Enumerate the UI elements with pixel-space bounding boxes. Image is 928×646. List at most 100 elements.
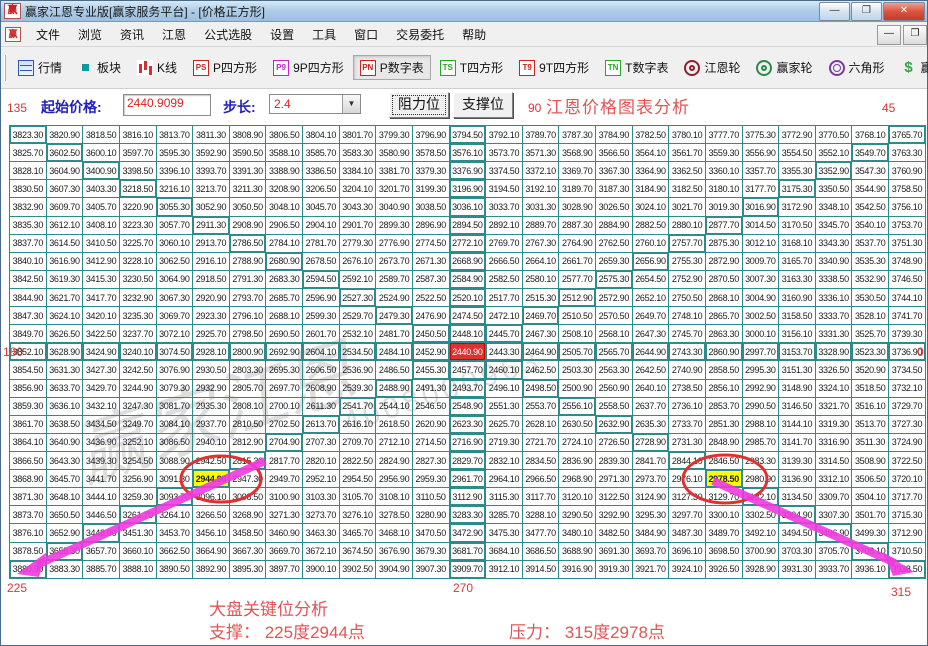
gann-cell: 3633.70 <box>46 379 83 397</box>
gann-cell: 2877.70 <box>705 216 742 234</box>
gann-cell: 3835.30 <box>10 216 47 234</box>
gann-cell: 3444.10 <box>83 488 120 506</box>
gann-cell: 3292.90 <box>596 506 633 524</box>
toolbar-button-label: 行情 <box>38 59 62 76</box>
gann-cell: 3816.10 <box>119 126 156 144</box>
gann-cell: 3283.30 <box>449 506 486 524</box>
menu-item-设置[interactable]: 设置 <box>261 23 303 46</box>
gann-cell: 3592.90 <box>193 144 230 162</box>
toolbar-button-9P四方形[interactable]: P99P四方形 <box>266 55 351 80</box>
menu-bar: 赢 文件浏览资讯江恩公式选股设置工具窗口交易委托帮助 — ❐ <box>1 22 927 47</box>
gann-cell: 2596.90 <box>303 288 340 306</box>
degree-label-45: 45 <box>882 101 895 115</box>
gann-cell: 3624.10 <box>46 307 83 325</box>
menu-item-帮助[interactable]: 帮助 <box>453 23 495 46</box>
gann-cell: 3122.50 <box>596 488 633 506</box>
gann-cell: 2716.90 <box>449 433 486 451</box>
gann-cell: 3844.90 <box>10 288 47 306</box>
resistance-button[interactable]: 阻力位 <box>389 92 449 118</box>
gann-cell: 3652.90 <box>46 524 83 542</box>
gann-cell: 3859.30 <box>10 397 47 415</box>
gann-cell: 3885.70 <box>83 560 120 578</box>
gann-cell: 3297.70 <box>669 506 706 524</box>
gann-cell: 2692.90 <box>266 343 303 361</box>
gann-cell: 2712.10 <box>376 433 413 451</box>
gann-cell: 3057.70 <box>156 216 193 234</box>
gann-cell: 3883.30 <box>46 560 83 578</box>
gann-cell: 2892.10 <box>486 216 523 234</box>
gann-cell: 3724.90 <box>889 433 926 451</box>
maximize-button[interactable]: ❐ <box>851 2 882 21</box>
gann-cell: 3782.50 <box>632 126 669 144</box>
gann-cell: 3837.70 <box>10 234 47 252</box>
gann-cell: 3336.10 <box>815 288 852 306</box>
step-select[interactable]: 2.4 ▼ <box>269 94 361 114</box>
gann-cell: 2661.70 <box>559 252 596 270</box>
gann-cell: 2920.90 <box>193 288 230 306</box>
menu-item-公式选股[interactable]: 公式选股 <box>195 23 261 46</box>
mdi-minimize-button[interactable]: — <box>877 25 901 45</box>
toolbar-button-行情[interactable]: 行情 <box>11 55 69 80</box>
gann-cell: 2558.50 <box>596 397 633 415</box>
toolbar-button-T四方形[interactable]: TST四方形 <box>433 55 510 80</box>
toolbar-button-9T四方形[interactable]: T99T四方形 <box>512 55 596 80</box>
gann-cell: 2683.30 <box>266 270 303 288</box>
gann-cell: 3590.50 <box>229 144 266 162</box>
gann-cell: 3792.10 <box>486 126 523 144</box>
menu-item-交易委托[interactable]: 交易委托 <box>387 23 453 46</box>
gann-cell: 3789.70 <box>522 126 559 144</box>
gann-cell: 2836.90 <box>559 451 596 469</box>
gann-cell: 3799.30 <box>376 126 413 144</box>
gann-cell: 3811.30 <box>193 126 230 144</box>
gann-cell: 2985.70 <box>742 433 779 451</box>
gann-cell: 3463.30 <box>303 524 340 542</box>
toolbar-button-P四方形[interactable]: PSP四方形 <box>186 55 264 80</box>
minimize-button[interactable]: — <box>819 2 850 21</box>
gann-cell: 2704.90 <box>266 433 303 451</box>
toolbar-button-P数字表[interactable]: PNP数字表 <box>353 55 431 80</box>
tn-table-icon: TN <box>605 60 621 76</box>
gann-cell: 3638.50 <box>46 415 83 433</box>
gann-cell: 2810.50 <box>229 415 266 433</box>
gann-cell: 2685.70 <box>266 288 303 306</box>
toolbar-button-K线[interactable]: K线 <box>130 55 184 80</box>
toolbar-button-label: K线 <box>157 59 177 76</box>
app-logo-icon: 赢 <box>4 3 21 19</box>
close-button[interactable]: ✕ <box>883 2 925 21</box>
menu-item-窗口[interactable]: 窗口 <box>345 23 387 46</box>
gann-cell: 2762.50 <box>596 234 633 252</box>
toolbar-button-赢家轮[interactable]: 赢家轮 <box>749 55 819 80</box>
mdi-restore-button[interactable]: ❐ <box>903 25 927 45</box>
toolbar-button-T数字表[interactable]: TNT数字表 <box>598 55 675 80</box>
gann-cell: 2817.70 <box>266 451 303 469</box>
gann-cell: 2565.70 <box>596 343 633 361</box>
gann-cell: 3338.50 <box>815 270 852 288</box>
gann-cell: 2887.30 <box>559 216 596 234</box>
gann-cell: 3849.70 <box>10 325 47 343</box>
toolbar-button-板块[interactable]: 板块 <box>71 55 128 80</box>
menu-item-资讯[interactable]: 资讯 <box>111 23 153 46</box>
gann-cell: 3688.90 <box>559 542 596 560</box>
gann-cell: 3247.30 <box>119 397 156 415</box>
toolbar-grip <box>4 55 6 81</box>
gann-cell: 3648.10 <box>46 488 83 506</box>
toolbar-button-六角形[interactable]: 六角形 <box>822 55 892 80</box>
gann-cell: 2464.90 <box>522 343 559 361</box>
gann-cell: 3806.50 <box>266 126 303 144</box>
gann-cell: 3691.30 <box>596 542 633 560</box>
toolbar-button-赢家服务[interactable]: $赢家服务 <box>894 55 928 80</box>
gann-cell: 3376.90 <box>449 162 486 180</box>
toolbar-button-江恩轮[interactable]: 江恩轮 <box>677 55 747 80</box>
menu-item-江恩[interactable]: 江恩 <box>153 23 195 46</box>
start-price-input[interactable]: 2440.9099 <box>123 94 211 116</box>
gann-cell: 3266.50 <box>193 506 230 524</box>
gann-cell: 2623.30 <box>449 415 486 433</box>
gann-cell: 2443.30 <box>486 343 523 361</box>
chevron-down-icon[interactable]: ▼ <box>342 95 360 113</box>
center-price-cell: 2440.90 <box>449 343 486 361</box>
menu-item-浏览[interactable]: 浏览 <box>69 23 111 46</box>
menu-item-文件[interactable]: 文件 <box>27 23 69 46</box>
support-button[interactable]: 支撑位 <box>453 92 513 118</box>
gann-cell: 3093.70 <box>156 488 193 506</box>
menu-item-工具[interactable]: 工具 <box>303 23 345 46</box>
